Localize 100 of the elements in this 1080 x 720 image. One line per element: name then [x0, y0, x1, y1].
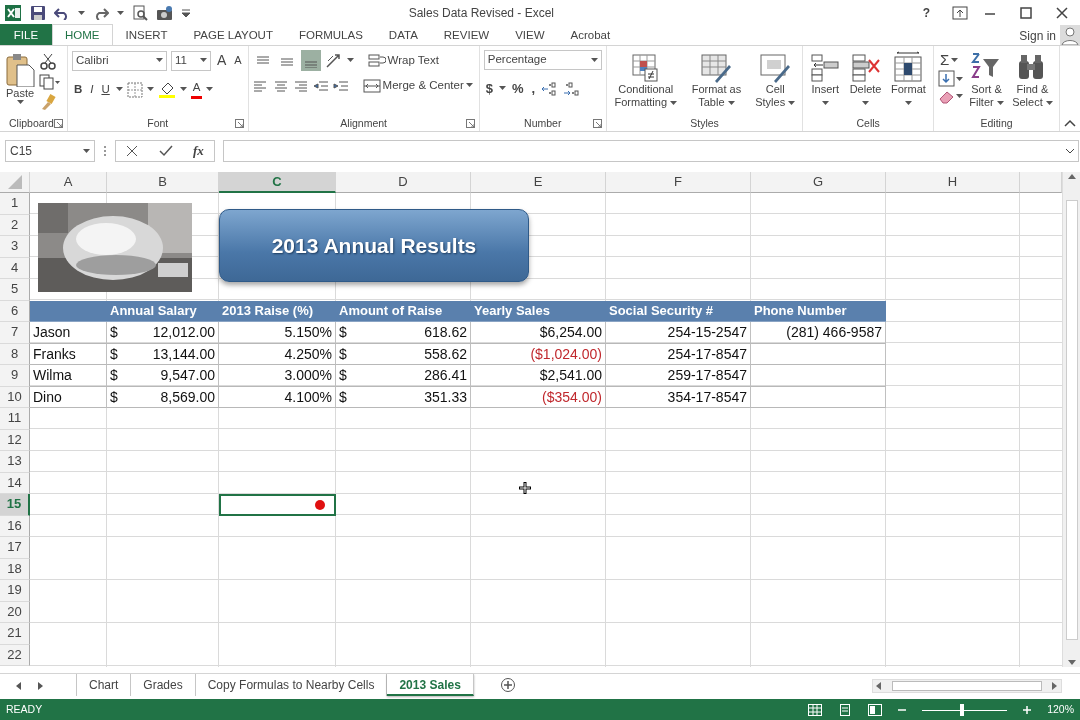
zoom-level[interactable]: 120% — [1047, 702, 1074, 718]
scroll-down-icon[interactable] — [1066, 659, 1077, 667]
ribbon-tab[interactable]: VIEW — [502, 24, 558, 45]
dialog-launcher-icon[interactable] — [465, 119, 475, 129]
print-preview-icon[interactable] — [132, 5, 148, 21]
page-break-view-icon[interactable] — [868, 704, 883, 716]
caret-icon[interactable] — [155, 58, 163, 63]
caret-icon[interactable] — [670, 100, 678, 106]
autosum-button[interactable]: Σ — [938, 50, 952, 70]
font-size-dropdown[interactable]: 11 — [170, 50, 211, 71]
ribbon-display-icon[interactable] — [952, 6, 968, 20]
increase-indent-icon[interactable] — [332, 78, 349, 93]
vertical-scrollbar[interactable] — [1062, 172, 1080, 667]
next-sheet-icon[interactable] — [38, 682, 44, 690]
ribbon-tab[interactable]: INSERT — [112, 24, 181, 45]
row-header[interactable]: 19 — [0, 580, 30, 602]
ribbon-button[interactable]: Insert — [807, 50, 844, 116]
avatar-icon[interactable] — [1060, 25, 1080, 45]
row-header[interactable]: 14 — [0, 472, 30, 494]
caret-icon[interactable] — [1045, 100, 1053, 106]
row-header[interactable]: 11 — [0, 408, 30, 430]
ribbon-button[interactable]: Sort & Filter — [966, 50, 1007, 116]
add-sheet-icon[interactable] — [499, 677, 516, 693]
ribbon-tab[interactable]: PAGE LAYOUT — [180, 24, 286, 45]
zoom-in-icon[interactable] — [1023, 706, 1032, 714]
redo-icon[interactable] — [93, 6, 109, 20]
caret-icon[interactable] — [117, 10, 124, 16]
sign-in-link[interactable]: Sign in — [1019, 26, 1056, 45]
caret-icon[interactable] — [16, 100, 24, 105]
number-format-dropdown[interactable]: Percentage — [483, 50, 602, 70]
ribbon-tab[interactable]: FILE — [0, 24, 52, 45]
caret-icon[interactable] — [206, 87, 214, 92]
bold-button[interactable]: B — [71, 79, 85, 100]
italic-button[interactable]: I — [88, 79, 96, 100]
caret-icon[interactable] — [499, 86, 507, 91]
formula-input[interactable] — [223, 140, 1079, 162]
row-header[interactable]: 13 — [0, 451, 30, 473]
ribbon-button[interactable]: Format as Table — [683, 50, 750, 116]
scroll-thumb[interactable] — [1065, 199, 1078, 640]
caret-icon[interactable] — [862, 100, 870, 106]
save-icon[interactable] — [30, 5, 46, 21]
undo-icon[interactable] — [54, 6, 70, 20]
caret-icon[interactable] — [727, 100, 735, 106]
row-header[interactable]: 21 — [0, 623, 30, 645]
ribbon-tab[interactable]: HOME — [52, 24, 113, 45]
row-header[interactable]: 9 — [0, 365, 30, 387]
caret-icon[interactable] — [78, 10, 85, 16]
row-header[interactable]: 15 — [0, 494, 30, 516]
insert-function-button[interactable]: fx — [192, 141, 204, 161]
shrink-font-button[interactable]: A — [232, 50, 244, 71]
ribbon-tab[interactable]: FORMULAS — [285, 24, 376, 45]
number-format-button[interactable]: , — [529, 78, 538, 99]
caret-icon[interactable] — [904, 100, 912, 106]
ribbon-button[interactable]: Format — [887, 50, 930, 116]
caret-icon[interactable] — [146, 87, 154, 92]
cancel-icon[interactable] — [126, 145, 139, 157]
previous-sheet-icon[interactable] — [16, 682, 22, 690]
ribbon-tab[interactable]: Acrobat — [557, 24, 624, 45]
ribbon-button[interactable]: Find & Select — [1009, 50, 1055, 116]
wrap-text-button[interactable]: Wrap Text — [365, 50, 441, 71]
merge-center-button[interactable]: Merge & Center — [360, 75, 475, 96]
scroll-thumb[interactable] — [892, 681, 1042, 691]
dialog-launcher-icon[interactable] — [234, 119, 244, 129]
app-logo-icon[interactable] — [4, 4, 22, 22]
row-header[interactable]: 1 — [0, 193, 30, 215]
number-format-button[interactable]: % — [510, 78, 526, 99]
ribbon-button[interactable]: Cell Styles — [752, 50, 799, 116]
cut-icon[interactable] — [39, 54, 57, 70]
copy-icon[interactable] — [39, 74, 61, 90]
column-header[interactable]: D — [336, 172, 471, 193]
ribbon-button[interactable]: Conditional Formatting — [610, 50, 681, 116]
scroll-left-icon[interactable] — [876, 682, 882, 690]
caret-icon[interactable] — [179, 87, 187, 92]
fill-color-icon[interactable] — [157, 80, 176, 99]
number-format-button[interactable]: $ — [483, 78, 496, 99]
caret-icon[interactable] — [996, 100, 1004, 106]
caret-icon[interactable] — [821, 100, 829, 106]
row-header[interactable]: 3 — [0, 236, 30, 258]
name-box[interactable]: C15 — [5, 140, 95, 162]
sheet-tab[interactable]: 2013 Sales — [387, 674, 474, 696]
ribbon-tab[interactable]: DATA — [375, 24, 431, 45]
decrease-decimal-icon[interactable] — [563, 81, 582, 96]
font-color-button[interactable]: A — [190, 80, 203, 99]
ribbon-tab[interactable]: REVIEW — [430, 24, 503, 45]
caret-icon[interactable] — [590, 57, 598, 63]
column-header[interactable]: G — [751, 172, 886, 193]
horizontal-scrollbar[interactable] — [872, 679, 1062, 693]
row-header[interactable]: 8 — [0, 343, 30, 365]
row-header[interactable]: 22 — [0, 644, 30, 666]
column-header[interactable]: H — [886, 172, 1020, 193]
zoom-out-icon[interactable] — [898, 706, 907, 714]
column-header[interactable]: E — [471, 172, 606, 193]
caret-icon[interactable] — [465, 83, 473, 88]
caret-icon[interactable] — [951, 57, 959, 63]
camera-icon[interactable] — [156, 5, 174, 21]
row-header[interactable]: 16 — [0, 515, 30, 537]
column-header[interactable]: C — [219, 172, 336, 193]
caret-icon[interactable] — [346, 58, 354, 63]
row-header[interactable]: 2 — [0, 214, 30, 236]
row-header[interactable]: 4 — [0, 257, 30, 279]
